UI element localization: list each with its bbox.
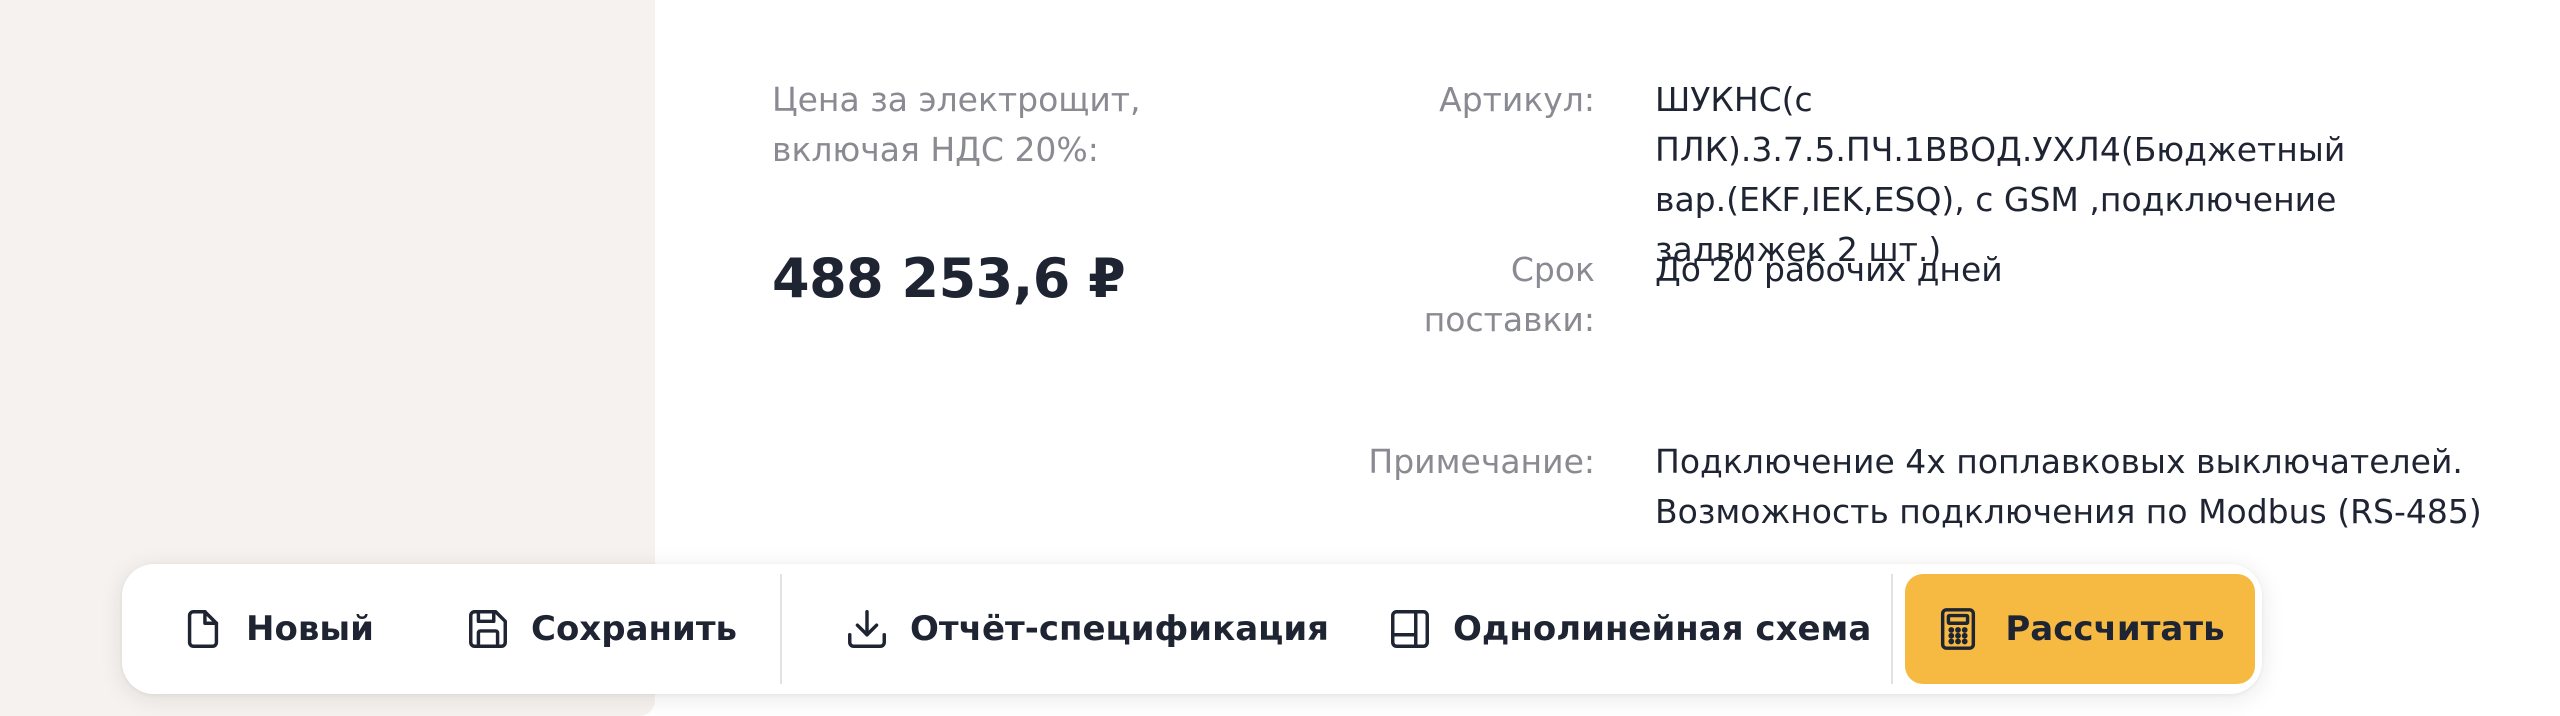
delivery-label-line2: поставки: bbox=[1423, 300, 1595, 339]
calculate-button-label: Рассчитать bbox=[2005, 609, 2225, 649]
schema-button[interactable]: Однолинейная схема bbox=[1387, 564, 1871, 694]
price-caption-line1: Цена за электрощит, bbox=[772, 80, 1141, 119]
report-button[interactable]: Отчёт-спецификация bbox=[844, 564, 1329, 694]
calculate-button[interactable]: Рассчитать bbox=[1905, 574, 2255, 684]
save-button[interactable]: Сохранить bbox=[465, 564, 737, 694]
note-value: Подключение 4х поплавковых выключателей.… bbox=[1655, 437, 2485, 537]
download-icon bbox=[844, 606, 890, 652]
new-button-label: Новый bbox=[246, 609, 374, 649]
calculator-icon bbox=[1935, 606, 1981, 652]
schema-button-label: Однолинейная схема bbox=[1453, 609, 1872, 649]
delivery-label-line1: Срок bbox=[1510, 250, 1595, 289]
bottom-toolbar: Новый Сохранить Отчёт-спецификация Однол… bbox=[122, 564, 2262, 694]
floppy-disk-icon bbox=[465, 606, 511, 652]
price-caption: Цена за электрощит, включая НДС 20%: bbox=[772, 75, 1192, 175]
note-label: Примечание: bbox=[1368, 442, 1595, 481]
note-value-line1: Подключение 4х поплавковых выключателей. bbox=[1655, 442, 2463, 481]
toolbar-divider bbox=[1891, 574, 1893, 684]
report-button-label: Отчёт-спецификация bbox=[910, 609, 1329, 649]
delivery-value: До 20 рабочих дней bbox=[1655, 250, 2003, 289]
article-value-line1: ШУКНС(с ПЛК).3.7.5.ПЧ.1ВВОД.УХЛ4(Бюджетн… bbox=[1655, 80, 2346, 169]
layout-panel-icon bbox=[1387, 606, 1433, 652]
delivery-label: Срок поставки: bbox=[1265, 245, 1595, 345]
toolbar-divider bbox=[780, 574, 782, 684]
article-value-line2: вар.(EKF,IEK,ESQ), с GSM ,подключение bbox=[1655, 180, 2337, 219]
note-value-line2: Возможность подключения по Modbus (RS-48… bbox=[1655, 492, 2482, 531]
price-caption-line2: включая НДС 20%: bbox=[772, 130, 1099, 169]
price-value: 488 253,6 ₽ bbox=[772, 247, 1126, 310]
file-icon bbox=[180, 606, 226, 652]
save-button-label: Сохранить bbox=[531, 609, 738, 649]
article-label: Артикул: bbox=[1439, 80, 1595, 119]
new-button[interactable]: Новый bbox=[180, 564, 374, 694]
